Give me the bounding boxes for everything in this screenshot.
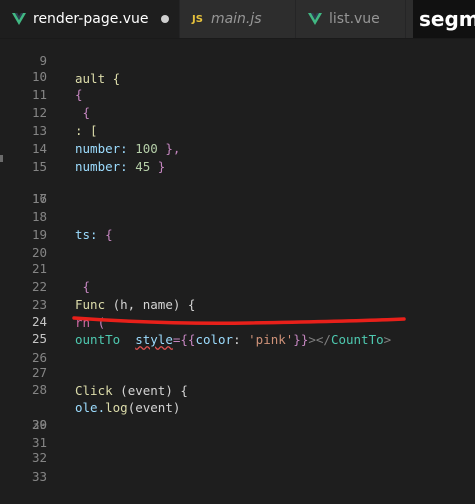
code-line: 32: [0, 431, 475, 465]
code-line: 14 number: 45 }: [0, 122, 475, 174]
tab-label: main.js: [210, 11, 262, 27]
code-line-current: 24 ountTo style={{color: 'pink'}}></Coun…: [0, 295, 475, 347]
tab-render-page-vue[interactable]: render-page.vue: [0, 0, 180, 38]
code-line: 11 {: [0, 68, 475, 120]
code-line: 13 number: 100 },: [0, 104, 475, 156]
vue-file-icon: [12, 13, 26, 25]
line-number: 28: [31, 382, 47, 397]
code-line: 15: [0, 140, 475, 174]
code-line: 22 Func (h, name) {: [0, 260, 475, 312]
watermark-logo: segm: [413, 0, 475, 38]
unsaved-changes-dot-icon[interactable]: [160, 15, 169, 23]
code-line: 12 : [: [0, 86, 475, 138]
code-params: (event) {: [112, 383, 188, 398]
red-underline-annotation: [72, 316, 406, 325]
tab-main-js[interactable]: JS main.js: [180, 0, 296, 38]
code-line: 23 rn (: [0, 278, 475, 330]
code-line: 28 ole.log(event): [0, 363, 475, 415]
code-function-name: Click: [75, 383, 113, 398]
tab-label: list.vue: [329, 11, 380, 27]
line-number: 33: [31, 469, 47, 484]
code-line: 10 {: [0, 50, 475, 102]
code-line: 19: [0, 208, 475, 242]
vue-file-icon: [308, 13, 322, 25]
code-line: 30: [0, 398, 475, 432]
code-line: 33: [0, 450, 475, 484]
code-line: 27 Click (event) {: [0, 346, 475, 398]
code-line: 21 {: [0, 242, 475, 294]
code-line: 18 ts: {: [0, 190, 475, 242]
code-line: 17: [0, 172, 475, 206]
code-editor[interactable]: 9 ault { 10 { 11 { 12 : [ 13 number: 100…: [0, 38, 475, 484]
js-file-icon: JS: [192, 13, 203, 25]
tab-list-vue[interactable]: list.vue: [296, 0, 406, 38]
tab-label: render-page.vue: [33, 11, 149, 27]
